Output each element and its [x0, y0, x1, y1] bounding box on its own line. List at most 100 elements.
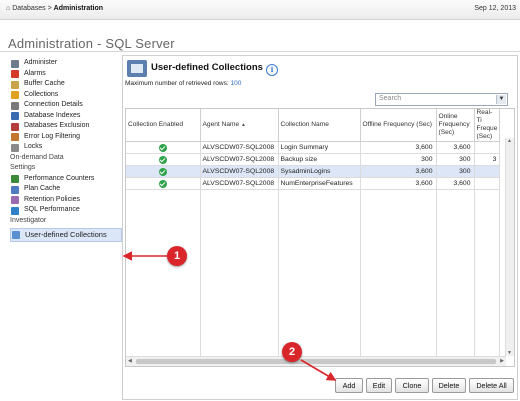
search-input[interactable]: Search ▼ [375, 93, 508, 106]
sidebar-item-investigator[interactable]: Investigator [10, 216, 122, 227]
sidebar-item-error-log-filtering[interactable]: Error Log Filtering [10, 132, 122, 143]
performance-counters-icon [11, 175, 19, 183]
empty-cell [126, 333, 201, 344]
col-header-agent[interactable]: Agent Name ▲ [200, 109, 279, 142]
max-rows-label: Maximum number of retrieved rows: [125, 80, 229, 87]
table-row[interactable]: ALVSCDW07-SQL2008 Backup size 300 300 3 [126, 153, 501, 166]
scroll-down-icon[interactable]: ▼ [507, 350, 512, 356]
empty-cell [200, 212, 279, 223]
delete-button[interactable]: Delete [432, 378, 466, 393]
home-icon[interactable]: ⌂ [6, 5, 10, 12]
cell-online-frequency: 300 [436, 165, 475, 178]
col-header-realtime-frequency[interactable]: Real-Ti Freque (Sec) [474, 109, 501, 142]
col-header-offline-frequency[interactable]: Offline Frequency (Sec) [360, 109, 437, 142]
empty-row [126, 223, 501, 234]
table-row[interactable]: ALVSCDW07-SQL2008 SysadminLogins 3,600 300 [126, 165, 501, 178]
scroll-left-icon[interactable]: ◀ [128, 358, 132, 364]
breadcrumb-databases[interactable]: Databases [12, 5, 45, 12]
empty-row [126, 189, 501, 201]
clone-button[interactable]: Clone [395, 378, 429, 393]
max-rows-value[interactable]: 100 [230, 80, 241, 87]
sidebar-item-databases-exclusion[interactable]: Databases Exclusion [10, 121, 122, 132]
breadcrumb: ⌂ Databases > Administration [6, 5, 103, 12]
sidebar-item-label: Alarms [24, 69, 46, 77]
connection-details-icon [11, 101, 19, 110]
empty-cell [278, 234, 361, 245]
empty-cell [200, 201, 279, 212]
panel-title: User-defined Collections [151, 62, 263, 73]
cell-agent-name: ALVSCDW07-SQL2008 [200, 165, 279, 178]
empty-cell [126, 344, 201, 355]
sidebar-item-administer[interactable]: Administer [10, 58, 122, 69]
horizontal-scroll-thumb[interactable] [136, 359, 496, 364]
sidebar-item-performance-counters[interactable]: Performance Counters [10, 174, 122, 185]
sql-performance-icon [11, 206, 19, 215]
cell-agent-name: ALVSCDW07-SQL2008 [200, 177, 279, 190]
empty-cell [126, 234, 201, 245]
empty-row [126, 333, 501, 344]
alarms-icon [11, 70, 19, 78]
empty-cell [126, 366, 200, 367]
empty-cell [474, 311, 501, 322]
collections-icon [11, 91, 19, 99]
sidebar-item-sql-performance[interactable]: SQL Performance [10, 205, 122, 216]
sidebar-item-plan-cache[interactable]: Plan Cache [10, 184, 122, 195]
sidebar-item-alarms[interactable]: Alarms [10, 69, 122, 80]
empty-cell [126, 223, 201, 234]
col-header-collection-name[interactable]: Collection Name [278, 109, 361, 142]
empty-row [126, 322, 501, 333]
sidebar-item-user-defined-collections[interactable]: User-defined Collections [10, 228, 122, 242]
edit-button[interactable]: Edit [366, 378, 392, 393]
empty-cell [436, 223, 475, 234]
database-indexes-icon [11, 112, 19, 120]
empty-cell [436, 234, 475, 245]
empty-cell [436, 267, 475, 278]
empty-row [126, 278, 501, 289]
sidebar-item-collections[interactable]: Collections [10, 90, 122, 101]
sidebar-item-retention-policies[interactable]: Retention Policies [10, 195, 122, 206]
delete-all-button[interactable]: Delete All [469, 378, 514, 393]
empty-cell [278, 267, 361, 278]
enabled-check-icon [158, 155, 167, 164]
scroll-right-icon[interactable]: ▶ [500, 358, 504, 364]
empty-row [126, 212, 501, 223]
add-button[interactable]: Add [335, 378, 363, 393]
empty-cell [200, 300, 279, 311]
sidebar-item-settings[interactable]: Settings [10, 163, 122, 174]
empty-row [126, 300, 501, 311]
sidebar-item-label: Settings [10, 164, 36, 171]
empty-cell [474, 289, 501, 300]
empty-cell [200, 278, 279, 289]
sidebar-item-on-demand-data[interactable]: On-demand Data [10, 153, 122, 164]
col-header-online-frequency[interactable]: Online Frequency (Sec) [436, 109, 475, 142]
table-row[interactable]: ALVSCDW07-SQL2008 NumEnterpriseFeatures 3,… [126, 177, 501, 190]
empty-cell [126, 311, 201, 322]
empty-cell [474, 344, 501, 355]
empty-cell [126, 212, 201, 223]
info-icon[interactable]: i [266, 64, 278, 76]
scroll-up-icon[interactable]: ▲ [507, 138, 512, 144]
vertical-scrollbar[interactable]: ▲ ▼ [505, 138, 514, 356]
sidebar-item-label: User-defined Collections [25, 230, 107, 239]
col-header-enabled[interactable]: Collection Enabled [126, 109, 201, 142]
page-title: Administration - SQL Server [8, 36, 175, 51]
empty-cell [474, 278, 501, 289]
sidebar-item-database-indexes[interactable]: Database Indexes [10, 111, 122, 122]
empty-cell [126, 245, 201, 256]
sidebar-item-locks[interactable]: Locks [10, 142, 122, 153]
sidebar-item-connection-details[interactable]: Connection Details [10, 100, 122, 111]
empty-cell [474, 333, 501, 344]
sidebar-item-buffer-cache[interactable]: Buffer Cache [10, 79, 122, 90]
search-dropdown-icon[interactable]: ▼ [496, 95, 506, 104]
empty-row [126, 289, 501, 300]
empty-cell [436, 201, 475, 212]
sidebar-item-label: Connection Details [24, 101, 83, 108]
sidebar-item-label: Collections [24, 90, 59, 98]
empty-cell [360, 311, 437, 322]
horizontal-scrollbar[interactable]: ◀ ▶ [126, 356, 506, 366]
table-row[interactable]: ALVSCDW07-SQL2008 Login Summary 3,600 3,600 [126, 141, 501, 154]
empty-cell [436, 333, 475, 344]
empty-cell [278, 289, 361, 300]
collections-panel: User-defined Collections i Maximum numbe… [122, 55, 518, 400]
sidebar-item-label: Database Indexes [24, 111, 81, 119]
